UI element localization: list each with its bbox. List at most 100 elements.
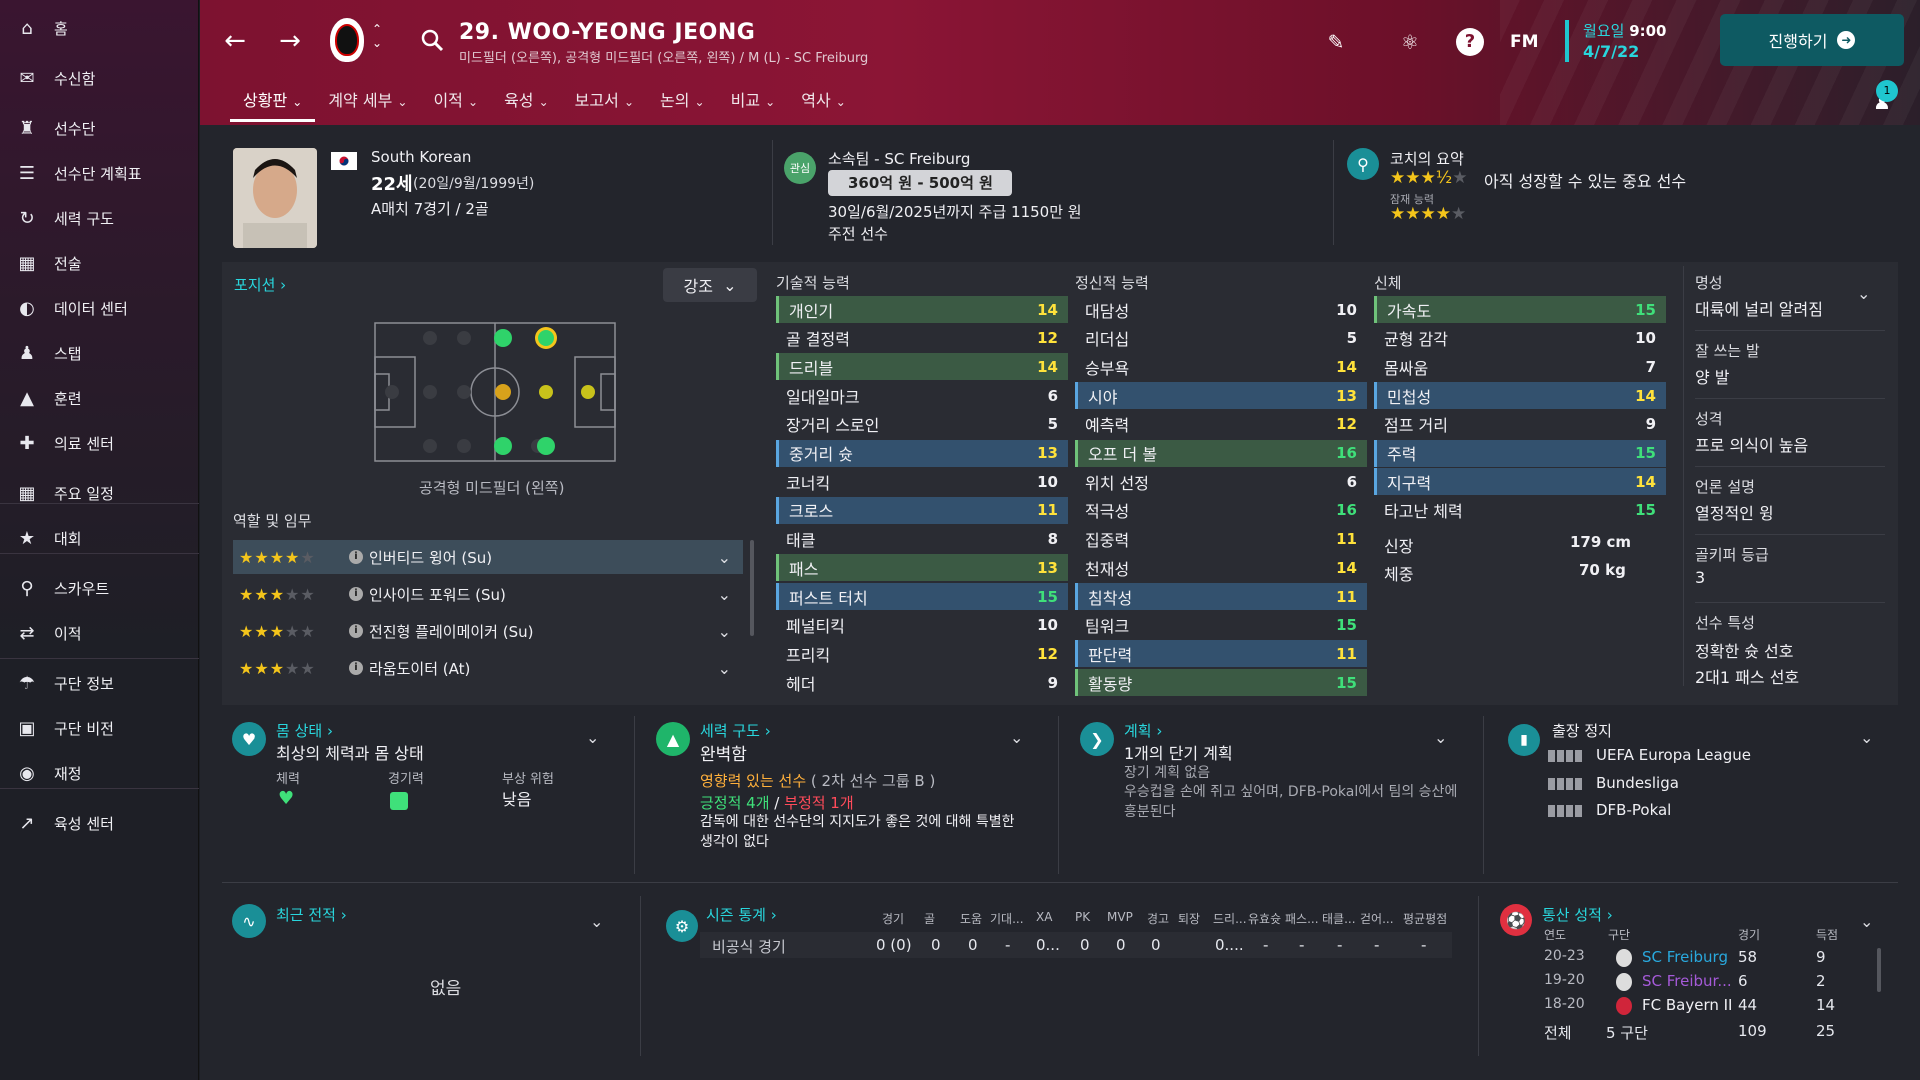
attribute-row[interactable]: 리더십 5: [1075, 324, 1367, 352]
dynamics-title[interactable]: 세력 구도 ›: [700, 720, 771, 741]
sidebar-item[interactable]: ⇄ 이적: [0, 613, 199, 653]
career-club[interactable]: SC Freiburg: [1642, 948, 1728, 966]
chevron-down-icon[interactable]: ⌄: [590, 912, 603, 931]
continue-button[interactable]: 진행하기 ➜: [1720, 14, 1904, 66]
sidebar-item[interactable]: ♜ 선수단: [0, 108, 199, 148]
attribute-row[interactable]: 코너킥 10: [776, 468, 1068, 496]
attribute-row[interactable]: 태클 8: [776, 525, 1068, 553]
attribute-row[interactable]: 침착성 11: [1075, 583, 1367, 610]
attribute-row[interactable]: 위치 선정 6: [1075, 468, 1367, 496]
attribute-row[interactable]: 몸싸움 7: [1374, 353, 1666, 381]
info-icon[interactable]: i: [349, 624, 363, 638]
attribute-row[interactable]: 일대일마크 6: [776, 382, 1068, 410]
sidebar-item[interactable]: ⌂ 홈: [0, 8, 199, 48]
chevron-down-icon[interactable]: ⌄: [1857, 284, 1870, 303]
chevron-down-icon[interactable]: ⌄: [718, 585, 731, 604]
highlight-dropdown[interactable]: 강조 ⌄: [663, 268, 757, 302]
attribute-row[interactable]: 천재성 14: [1075, 554, 1367, 582]
attribute-row[interactable]: 점프 거리 9: [1374, 410, 1666, 438]
attribute-row[interactable]: 헤더 9: [776, 669, 1068, 697]
info-icon[interactable]: i: [349, 661, 363, 675]
attribute-row[interactable]: 팀워크 15: [1075, 611, 1367, 639]
sidebar-item[interactable]: ↗ 육성 센터: [0, 803, 199, 843]
chevron-updown-icon[interactable]: ⌃ ⌄: [372, 22, 382, 50]
plans-title[interactable]: 계획 ›: [1124, 720, 1162, 741]
career-club[interactable]: SC Freibur...: [1642, 972, 1732, 990]
tab[interactable]: 육성 ⌄: [491, 88, 562, 122]
sidebar-item[interactable]: ▦ 주요 일정: [0, 473, 199, 513]
career-row[interactable]: 19-20 SC Freibur... 6 2: [1540, 972, 1870, 994]
sidebar-item[interactable]: ☰ 선수단 계획표: [0, 153, 199, 193]
sidebar-item[interactable]: ▦ 전술: [0, 243, 199, 283]
sidebar-item[interactable]: ◉ 재정: [0, 753, 199, 793]
chevron-down-icon[interactable]: ⌄: [1860, 912, 1873, 931]
search-icon[interactable]: [420, 28, 444, 52]
chevron-down-icon[interactable]: ⌄: [1010, 728, 1023, 747]
chevron-down-icon[interactable]: ⌄: [586, 728, 599, 747]
career-club[interactable]: FC Bayern II: [1642, 996, 1732, 1014]
attribute-row[interactable]: 판단력 11: [1075, 640, 1367, 668]
condition-title[interactable]: 몸 상태 ›: [276, 720, 333, 741]
chevron-down-icon[interactable]: ⌄: [718, 622, 731, 641]
attribute-row[interactable]: 적극성 16: [1075, 496, 1367, 524]
role-row[interactable]: ★★★★★ i 인사이드 포워드 (Su) ⌄: [233, 577, 743, 611]
attribute-row[interactable]: 예측력 12: [1075, 410, 1367, 438]
attribute-row[interactable]: 중거리 슛 13: [776, 439, 1068, 467]
attribute-row[interactable]: 크로스 11: [776, 496, 1068, 524]
help-icon[interactable]: ?: [1456, 28, 1484, 56]
attribute-row[interactable]: 균형 감각 10: [1374, 324, 1666, 352]
sidebar-item[interactable]: ☂ 구단 정보: [0, 663, 199, 703]
career-scrollbar[interactable]: [1877, 948, 1881, 992]
club-crest-icon[interactable]: [330, 18, 364, 62]
back-arrow-icon[interactable]: ←: [220, 26, 250, 56]
attribute-row[interactable]: 개인기 14: [776, 296, 1068, 323]
attribute-row[interactable]: 집중력 11: [1075, 525, 1367, 553]
tab[interactable]: 역사 ⌄: [788, 88, 859, 122]
attribute-row[interactable]: 시야 13: [1075, 382, 1367, 410]
attribute-row[interactable]: 페널티킥 10: [776, 611, 1068, 639]
sidebar-item[interactable]: ⚲ 스카우트: [0, 568, 199, 608]
chevron-down-icon[interactable]: ⌄: [1434, 728, 1447, 747]
sidebar-item[interactable]: ▲ 훈련: [0, 378, 199, 418]
sidebar-item[interactable]: ▣ 구단 비전: [0, 708, 199, 748]
info-icon[interactable]: i: [349, 550, 363, 564]
info-icon[interactable]: i: [349, 587, 363, 601]
tab[interactable]: 비교 ⌄: [718, 88, 789, 122]
attribute-row[interactable]: 오프 더 볼 16: [1075, 439, 1367, 467]
fm-logo[interactable]: FM: [1510, 28, 1539, 56]
attribute-row[interactable]: 골 결정력 12: [776, 324, 1068, 352]
attribute-row[interactable]: 패스 13: [776, 554, 1068, 582]
position-title[interactable]: 포지션 ›: [234, 274, 286, 295]
role-row[interactable]: ★★★★★ i 인버티드 윙어 (Su) ⌄: [233, 540, 743, 574]
roles-scrollbar[interactable]: [750, 540, 754, 636]
career-row[interactable]: 18-20 FC Bayern II 44 14: [1540, 996, 1870, 1018]
attribute-row[interactable]: 지구력 14: [1374, 468, 1666, 496]
sidebar-item[interactable]: ✚ 의료 센터: [0, 423, 199, 463]
attribute-row[interactable]: 승부욕 14: [1075, 353, 1367, 381]
role-row[interactable]: ★★★★★ i 라움도이터 (At) ⌄: [233, 651, 743, 685]
sidebar-item[interactable]: ↻ 세력 구도: [0, 198, 199, 238]
forward-arrow-icon[interactable]: →: [275, 26, 305, 56]
attribute-row[interactable]: 주력 15: [1374, 439, 1666, 467]
tab[interactable]: 상황판 ⌄: [230, 88, 316, 122]
attribute-row[interactable]: 대담성 10: [1075, 296, 1367, 323]
chevron-down-icon[interactable]: ⌄: [718, 659, 731, 678]
edit-pencil-icon[interactable]: ✎: [1322, 28, 1350, 56]
attribute-row[interactable]: 드리블 14: [776, 353, 1068, 381]
tab[interactable]: 보고서 ⌄: [562, 88, 647, 122]
career-row[interactable]: 20-23 SC Freiburg 58 9: [1540, 948, 1870, 970]
attribute-row[interactable]: 활동량 15: [1075, 669, 1367, 697]
tab[interactable]: 이적 ⌄: [420, 88, 491, 122]
role-row[interactable]: ★★★★★ i 전진형 플레이메이커 (Su) ⌄: [233, 614, 743, 648]
attribute-row[interactable]: 가속도 15: [1374, 296, 1666, 323]
attribute-row[interactable]: 민첩성 14: [1374, 382, 1666, 410]
sidebar-item[interactable]: ♟ 스탭: [0, 333, 199, 373]
sidebar-item[interactable]: ◐ 데이터 센터: [0, 288, 199, 328]
sidebar-item[interactable]: ★ 대회: [0, 518, 199, 558]
attribute-row[interactable]: 퍼스트 터치 15: [776, 583, 1068, 610]
chevron-down-icon[interactable]: ⌄: [1860, 728, 1873, 747]
chevron-down-icon[interactable]: ⌄: [718, 548, 731, 567]
form-title[interactable]: 최근 전적 ›: [276, 904, 347, 925]
attribute-row[interactable]: 프리킥 12: [776, 640, 1068, 668]
attribute-row[interactable]: 장거리 스로인 5: [776, 410, 1068, 438]
